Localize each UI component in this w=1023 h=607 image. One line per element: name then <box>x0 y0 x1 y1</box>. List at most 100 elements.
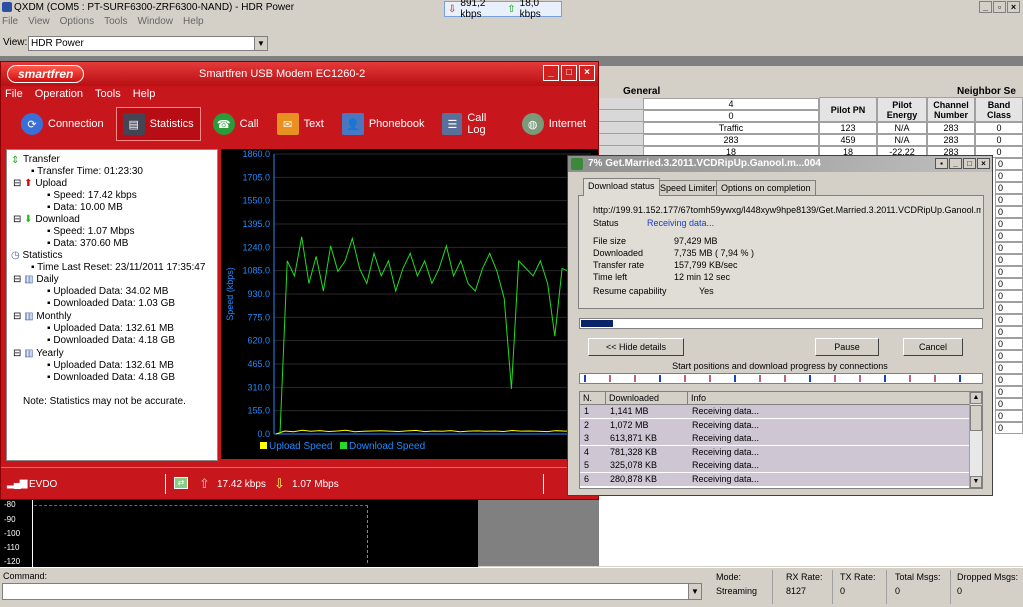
tree-label: Downloaded Data: 4.18 GB <box>53 335 176 346</box>
general-row-label <box>599 122 643 134</box>
hide-details-button[interactable]: << Hide details <box>588 338 684 356</box>
scroll-up-icon[interactable]: ▲ <box>970 392 982 404</box>
pause-button[interactable]: Pause <box>815 338 879 356</box>
chart-y-tick: 310.0 <box>247 382 270 392</box>
tree-label: Transfer Time: 01:23:30 <box>37 166 143 177</box>
connection-marker <box>634 375 636 382</box>
tree-item: ▪ Time Last Reset: 23/11/2011 17:35:47 <box>31 262 206 273</box>
file-size-label: File size <box>593 236 627 246</box>
cancel-button[interactable]: Cancel <box>903 338 963 356</box>
command-input[interactable]: ▼ <box>2 583 702 600</box>
connection-marker <box>609 375 611 382</box>
neighbor-cell: 283 <box>927 134 975 146</box>
sf-menu-help[interactable]: Help <box>133 86 156 102</box>
connections-scrollbar[interactable]: ▲ ▼ <box>969 392 982 488</box>
call-label: Call <box>239 118 259 130</box>
band-class-cell: 0 <box>995 242 1023 254</box>
sf-menu-tools[interactable]: Tools <box>95 86 121 102</box>
connection-marker <box>809 375 811 382</box>
connection-info: Receiving data... <box>692 419 760 430</box>
call-button[interactable]: ☎ Call <box>207 107 265 141</box>
bar-chart-icon: ▥ <box>24 348 34 359</box>
tree-transfer[interactable]: ⇕ Transfer <box>11 154 60 166</box>
connection-marker <box>909 375 911 382</box>
bar-chart-icon: ▥ <box>24 311 34 322</box>
neighbor-cell: 283 <box>927 122 975 134</box>
scroll-down-icon[interactable]: ▼ <box>970 476 982 488</box>
tree-monthly[interactable]: ⊟ ▥ Monthly <box>13 311 71 323</box>
arrow-down-icon: ⇩ <box>448 3 457 15</box>
chart-y-tick: 1860.0 <box>242 149 270 159</box>
connection-marker <box>934 375 936 382</box>
qxdm-menu-options[interactable]: Options <box>60 15 94 29</box>
tx-stat: TX Rate: 0 <box>840 571 876 597</box>
download-rate: 891,2 kbps <box>460 0 486 20</box>
tree-statistics[interactable]: ◷ Statistics <box>11 250 63 262</box>
sf-menu-operation[interactable]: Operation <box>35 86 83 102</box>
band-class-cell: 0 <box>995 218 1023 230</box>
tree-upload[interactable]: ⊟ ⬆ Upload <box>13 178 67 190</box>
connection-row[interactable]: 2 1,072 MB Receiving data... <box>580 418 970 432</box>
smartfren-minimize-button[interactable]: _ <box>543 65 559 81</box>
qxdm-menu-help[interactable]: Help <box>183 15 204 29</box>
download-close-button[interactable]: × <box>977 158 990 169</box>
stats-note: Note: Statistics may not be accurate. <box>23 396 186 407</box>
tree-download[interactable]: ⊟ ⬇ Download <box>13 214 80 226</box>
qxdm-maximize-button[interactable]: ▫ <box>993 1 1006 13</box>
statistics-button[interactable]: ▤ Statistics <box>115 107 201 141</box>
connection-row[interactable]: 5 325,078 KB Receiving data... <box>580 459 970 472</box>
qxdm-minimize-button[interactable]: _ <box>979 1 992 13</box>
tab-speed-limiter[interactable]: Speed Limiter <box>655 180 721 196</box>
band-class-cell: 0 <box>995 398 1023 410</box>
qxdm-menu-view[interactable]: View <box>28 15 50 29</box>
download-maximize-button[interactable]: □ <box>963 158 976 169</box>
download-pin-button[interactable]: ▪ <box>935 158 948 169</box>
col-n[interactable]: N. <box>580 392 606 405</box>
view-select[interactable]: HDR Power ▼ <box>28 36 268 51</box>
command-label: Command: <box>3 571 48 581</box>
smartfren-close-button[interactable]: × <box>579 65 595 81</box>
text-button[interactable]: ✉ Text <box>271 107 330 141</box>
qxdm-menu-tools[interactable]: Tools <box>104 15 127 29</box>
connection-row[interactable]: 6 280,878 KB Receiving data... <box>580 472 970 486</box>
command-bar: Command: ▼ Mode: Streaming RX Rate: 8127 T… <box>0 567 1023 607</box>
legend-label: Upload Speed <box>269 441 332 452</box>
band-class-cell: 0 <box>995 158 1023 170</box>
chart-y-tick: 465.0 <box>247 359 270 369</box>
connection-marker <box>834 375 836 382</box>
mode-stat: Mode: Streaming <box>716 571 757 597</box>
smartfren-maximize-button[interactable]: □ <box>561 65 577 81</box>
col-downloaded[interactable]: Downloaded <box>606 392 688 405</box>
scroll-thumb[interactable] <box>970 405 982 431</box>
download-app-icon <box>571 158 583 170</box>
download-url: http://199.91.152.177/67tomh59ywxg/l448x… <box>593 205 981 215</box>
call-log-button[interactable]: ☰ Call Log <box>436 107 509 141</box>
tree-label: Monthly <box>36 311 72 322</box>
qxdm-menu-file[interactable]: File <box>2 15 18 29</box>
col-info[interactable]: Info <box>688 392 970 405</box>
connection-button[interactable]: ⟳ Connection <box>15 107 110 141</box>
tree-yearly[interactable]: ⊟ ▥ Yearly <box>13 348 64 360</box>
connection-marker <box>759 375 761 382</box>
connection-marker <box>584 375 586 382</box>
download-title-bar: 7% Get.Married.3.2011.VCDRipUp.Ganool.m.… <box>568 156 992 172</box>
internet-button[interactable]: ◍ Internet <box>516 107 592 141</box>
connection-row[interactable]: 4 781,328 KB Receiving data... <box>580 445 970 459</box>
divider <box>543 474 544 494</box>
connection-row[interactable]: 3 613,871 KB Receiving data... <box>580 432 970 445</box>
band-class-cell: 0 <box>995 254 1023 266</box>
chevron-down-icon[interactable]: ▼ <box>254 37 267 50</box>
tab-download-status[interactable]: Download status <box>583 178 660 196</box>
phonebook-button[interactable]: 👤 Phonebook <box>336 107 431 141</box>
download-minimize-button[interactable]: _ <box>949 158 962 169</box>
tree-label: Download <box>35 214 80 225</box>
connection-row[interactable]: 1 1,141 MB Receiving data... <box>580 405 970 418</box>
qxdm-menu-window[interactable]: Window <box>137 15 173 29</box>
tree-daily[interactable]: ⊟ ▥ Daily <box>13 274 59 286</box>
tab-options-on-completion[interactable]: Options on completion <box>716 180 816 196</box>
sf-menu-file[interactable]: File <box>5 86 23 102</box>
qxdm-close-button[interactable]: × <box>1007 1 1020 13</box>
chevron-down-icon[interactable]: ▼ <box>688 584 701 599</box>
neighbor-title: Neighbor Se <box>957 86 1016 97</box>
tree-label: Statistics <box>22 250 63 261</box>
